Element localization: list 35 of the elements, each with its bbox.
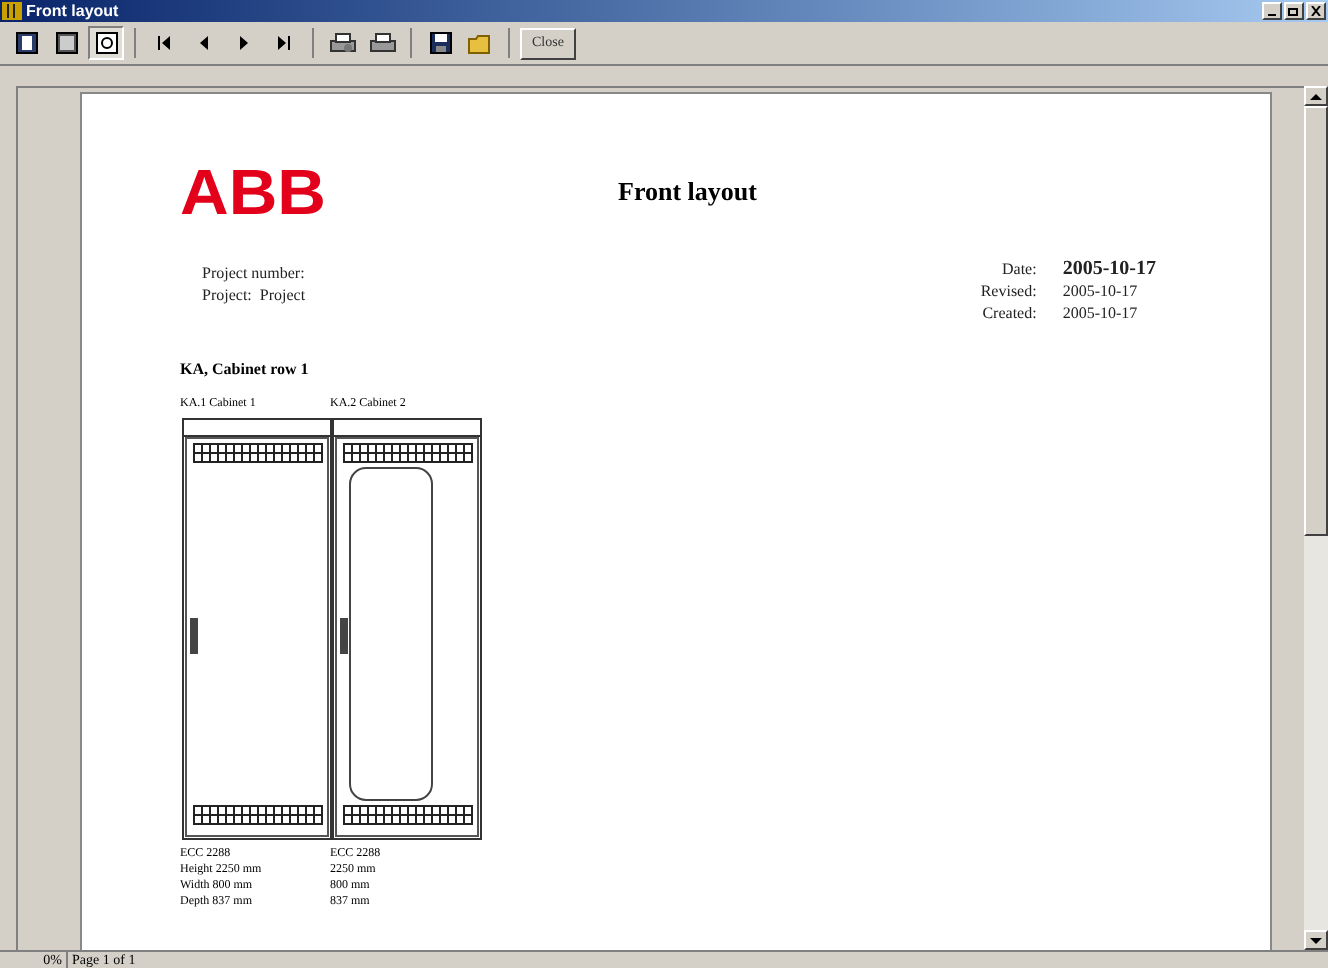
field-label: Created: — [980, 302, 1037, 324]
app-icon — [2, 2, 22, 20]
scroll-down-icon — [1310, 937, 1322, 943]
close-button[interactable] — [1306, 2, 1326, 20]
save-icon — [429, 32, 451, 54]
printer-icon — [329, 32, 355, 54]
zoom-button[interactable] — [88, 26, 124, 60]
field-value: 2005-10-17 — [1062, 258, 1156, 280]
last-page-icon — [278, 36, 290, 50]
logo-drawing: ABB — [180, 164, 328, 216]
folder-icon — [468, 32, 492, 54]
section-heading: KA, Cabinet row 1 — [180, 358, 311, 382]
printer-icon — [369, 32, 395, 54]
field-value: 2005-10-17 — [1062, 302, 1140, 324]
vertical-scrollbar[interactable] — [1304, 86, 1328, 950]
minimize-button[interactable] — [1262, 2, 1282, 20]
page-icon — [15, 32, 37, 54]
field-value: Project — [259, 284, 306, 306]
restore-icon — [1288, 6, 1300, 16]
page-icon — [55, 32, 77, 54]
report-title: Front layout — [618, 174, 757, 211]
previous-page-icon — [198, 36, 210, 50]
scroll-up-icon — [1310, 93, 1322, 99]
field-label: Date: — [1000, 258, 1037, 280]
field-label: Project number: — [202, 262, 305, 284]
zoom-page-icon — [95, 32, 117, 54]
field-value: 2005-10-17 — [1062, 280, 1140, 302]
field-label: Project: — [202, 284, 252, 306]
window-title: Front layout — [26, 1, 119, 21]
field-label: Revised: — [980, 280, 1037, 302]
close-icon — [1310, 6, 1322, 16]
first-page-icon — [158, 36, 170, 50]
scroll-thumb[interactable] — [1304, 106, 1328, 536]
next-page-icon — [238, 36, 250, 50]
restore-button[interactable] — [1284, 2, 1304, 20]
